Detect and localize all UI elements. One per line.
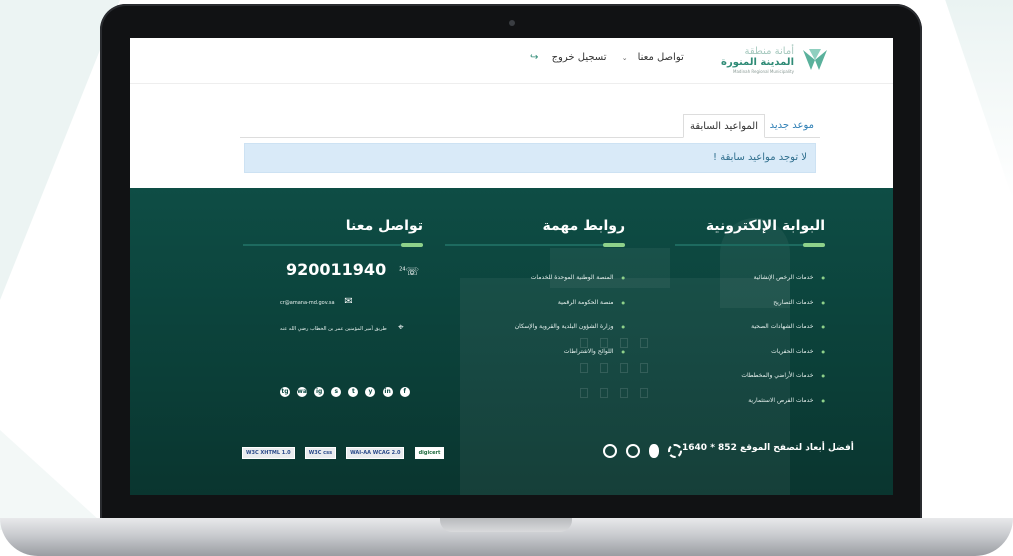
divider-accent [401, 243, 423, 247]
telegram-icon[interactable]: tg [280, 387, 290, 397]
contact-divider [243, 243, 423, 247]
contact-title: تواصل معنا [345, 218, 423, 234]
important-link[interactable]: وزارة الشؤون البلدية والقروية والإسكان [445, 315, 625, 340]
phone-icon: ☏24 [399, 265, 420, 278]
tab-new-appointment[interactable]: موعد جديد [764, 114, 820, 138]
no-appointments-alert: لا توجد مواعيد سابقة ! [244, 143, 816, 173]
css-badge[interactable]: W3C css [304, 446, 337, 459]
chevron-down-icon: ⌄ [621, 54, 628, 62]
appointments-tabs: موعد جديد المواعيد السابقة [240, 114, 820, 138]
important-links-divider [445, 243, 625, 247]
portal-divider [675, 243, 825, 247]
email-row: ✉ cr@amana-md.gov.sa [280, 296, 355, 307]
camera-dot [509, 20, 515, 26]
building-window [600, 363, 608, 373]
portal-links: خدمات الرخص الإنشائية خدمات التصاريح خدم… [675, 266, 825, 413]
logo-line2: المدينة المنورة [721, 57, 794, 68]
laptop-notch [440, 518, 572, 532]
important-links-title: روابط مهمة [542, 218, 625, 234]
portal-link[interactable]: خدمات الحفريات [675, 340, 825, 365]
phone-number[interactable]: 920011940 [286, 260, 386, 279]
instagram-icon[interactable]: ig [314, 387, 325, 397]
phone-24-badge: 24 [399, 266, 406, 273]
building-window [620, 363, 628, 373]
youtube-icon[interactable]: y [365, 387, 376, 397]
xhtml-badge[interactable]: W3C XHTML 1.0 [242, 446, 295, 459]
linkedin-icon[interactable]: in [382, 387, 393, 397]
portal-link[interactable]: خدمات الرخص الإنشائية [675, 266, 825, 291]
background-shape [0, 430, 110, 530]
browser-screen: أمانة منطقة المدينة المنورة Madinah Regi… [130, 38, 893, 495]
important-link[interactable]: منصة الحكومة الرقمية [445, 291, 625, 316]
building-window [600, 388, 608, 398]
wcag-badge[interactable]: WAI-AA WCAG 2.0 [346, 446, 405, 459]
municipality-logo-icon[interactable] [800, 45, 830, 75]
safari-browser-icon [626, 443, 641, 458]
important-link[interactable]: المنصة الوطنية الموحدة للخدمات [445, 266, 625, 291]
building-window [640, 388, 648, 398]
important-links: المنصة الوطنية الموحدة للخدمات منصة الحك… [445, 266, 625, 364]
building-window [640, 338, 648, 348]
important-link[interactable]: اللوائح والاشتراطات [445, 340, 625, 365]
portal-link[interactable]: خدمات التصاريح [675, 291, 825, 316]
compliance-badges: W3C XHTML 1.0 W3C css WAI-AA WCAG 2.0 di… [242, 442, 449, 461]
building-window [580, 388, 588, 398]
mail-icon: ✉ [344, 296, 353, 307]
browser-icons [603, 440, 686, 459]
email-link[interactable]: cr@amana-md.gov.sa [280, 300, 335, 306]
portal-title: البوابة الإلكترونية [705, 218, 825, 234]
phone-row: ☏24 920011940 [286, 260, 419, 279]
address-text: طريق أمير المؤمنين عمر بن الخطاب رضي الل… [280, 326, 387, 332]
divider-accent [603, 243, 625, 247]
nav-logout-link[interactable]: تسجيل خروج ↪ [520, 52, 607, 63]
logout-icon: ↪ [530, 52, 539, 63]
location-pin-icon: ⌖ [397, 322, 404, 333]
portal-link[interactable]: خدمات الشهادات الصحية [675, 315, 825, 340]
address-row: ⌖ طريق أمير المؤمنين عمر بن الخطاب رضي ال… [280, 322, 407, 333]
tab-previous-appointments[interactable]: المواعيد السابقة [683, 114, 765, 138]
social-icons: f in y t s ig wa tg [278, 378, 410, 397]
edge-browser-icon [603, 443, 617, 458]
building-window [620, 388, 628, 398]
opera-browser-icon [649, 443, 660, 458]
screen-size-note: أفضل أبعاد لتصفح الموقع 852 * 1640 [682, 443, 854, 453]
chrome-browser-icon [668, 443, 683, 458]
portal-link[interactable]: خدمات الأراضي والمخططات [675, 364, 825, 389]
divider-accent [803, 243, 825, 247]
snapchat-icon[interactable]: s [331, 387, 342, 397]
logo-line1: أمانة منطقة [744, 46, 794, 57]
building-window [640, 363, 648, 373]
header-nav: تواصل معنا ⌄ تسجيل خروج ↪ [510, 52, 684, 63]
building-window [580, 363, 588, 373]
site-footer: البوابة الإلكترونية خدمات الرخص الإنشائي… [130, 188, 893, 495]
twitter-icon[interactable]: t [348, 387, 359, 397]
stage: أمانة منطقة المدينة المنورة Madinah Regi… [0, 0, 1013, 556]
nav-contact-link[interactable]: تواصل معنا ⌄ [620, 52, 684, 63]
logo-text: أمانة منطقة المدينة المنورة Madinah Regi… [688, 46, 794, 75]
site-header: أمانة منطقة المدينة المنورة Madinah Regi… [130, 38, 893, 84]
nav-contact-label: تواصل معنا [637, 52, 684, 63]
logo-line3: Madinah Regional Municipality [733, 69, 794, 74]
whatsapp-icon[interactable]: wa [297, 387, 308, 397]
portal-link[interactable]: خدمات الفرص الاستثمارية [675, 389, 825, 414]
nav-logout-label: تسجيل خروج [551, 52, 607, 63]
facebook-icon[interactable]: f [399, 387, 410, 397]
digicert-badge[interactable]: digicert [414, 446, 445, 459]
